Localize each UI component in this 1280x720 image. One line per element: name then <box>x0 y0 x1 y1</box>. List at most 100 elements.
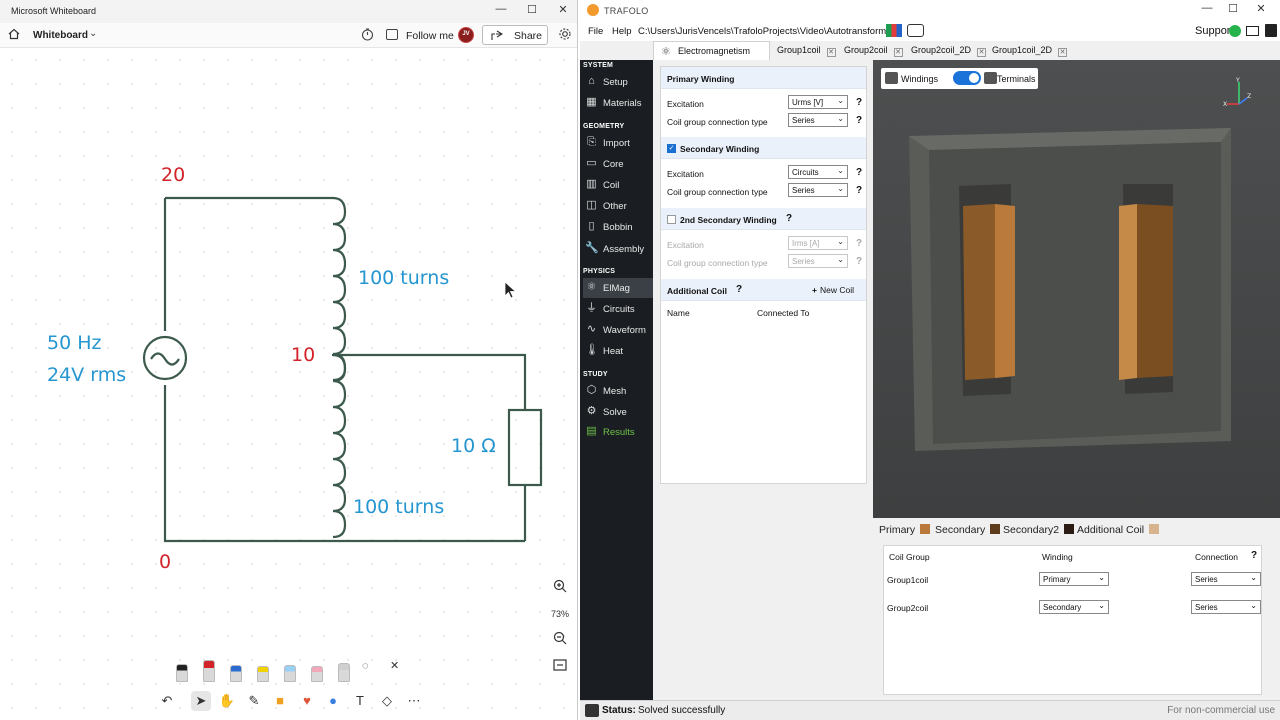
pen-tool-5[interactable] <box>284 665 296 682</box>
trafolo-logo-icon <box>587 4 599 16</box>
zoom-in-icon[interactable] <box>552 578 568 594</box>
sidebar-item-label: Import <box>603 138 630 149</box>
tab-group2coil-2d[interactable]: Group2coil_2D ✕ <box>905 41 992 60</box>
tab-group2coil[interactable]: Group2coil ✕ <box>838 41 909 60</box>
sidebar-item-solve[interactable]: ⚙ Solve <box>583 402 653 422</box>
view-toggle-switch[interactable] <box>953 71 981 85</box>
menu-help[interactable]: Help <box>612 26 632 37</box>
sidebar-heading-system: SYSTEM <box>583 62 613 69</box>
close-icon[interactable]: ✕ <box>553 3 573 16</box>
select-value: Series <box>1195 603 1218 612</box>
connection-select[interactable]: Series ⌄ <box>1191 572 1261 586</box>
text-tool-icon[interactable]: T <box>350 691 370 711</box>
script-icon[interactable] <box>907 24 924 37</box>
materials-icon: ▦ <box>586 96 597 108</box>
toggle-knob <box>969 73 979 83</box>
reactions-icon[interactable]: ♥ <box>297 691 317 711</box>
import-icon: ⎘ <box>587 136 596 148</box>
sidebar-item-results[interactable]: ▤ Results <box>583 422 653 442</box>
sidebar-item-materials[interactable]: ▦ Materials <box>583 93 653 113</box>
share-button[interactable]: Share <box>482 25 548 45</box>
help-icon[interactable]: ? <box>856 185 862 196</box>
close-tray-icon[interactable]: ✕ <box>390 659 399 672</box>
pen-tool-2[interactable] <box>203 660 215 682</box>
sticky-note-icon[interactable]: ■ <box>270 691 290 711</box>
pen-tool-7[interactable] <box>338 663 350 682</box>
primary-excitation-select[interactable]: Urms [V] ⌄ <box>788 95 848 109</box>
menu-file[interactable]: File <box>588 26 603 37</box>
secondary2-winding-checkbox[interactable] <box>667 215 676 224</box>
home-icon[interactable] <box>8 28 20 40</box>
secondary-excitation-select[interactable]: Circuits ⌄ <box>788 165 848 179</box>
tab-electromagnetism[interactable]: ⚛ Electromagnetism <box>653 41 770 60</box>
hand-tool-icon[interactable]: ✋ <box>217 691 237 711</box>
follow-me-button[interactable]: Follow me <box>406 30 454 42</box>
pen-tool-3[interactable] <box>230 665 242 682</box>
mouse-cursor-icon <box>504 281 517 299</box>
zoom-out-icon[interactable] <box>552 630 568 646</box>
sidebar-item-setup[interactable]: ⌂ Setup <box>583 72 653 92</box>
undo-icon[interactable]: ↶ <box>157 691 177 711</box>
winding-select[interactable]: Primary ⌄ <box>1039 572 1109 586</box>
3d-viewport[interactable]: Windings Terminals Y X Z <box>873 60 1280 518</box>
secondary-connection-select[interactable]: Series ⌄ <box>788 183 848 197</box>
close-tab-icon[interactable]: ✕ <box>977 48 987 57</box>
linkedin-icon[interactable] <box>1265 24 1277 37</box>
new-coil-button[interactable]: + New Coil <box>812 285 854 295</box>
help-icon[interactable]: ? <box>856 256 862 267</box>
sidebar-item-coil[interactable]: ▥ Coil <box>583 175 653 195</box>
help-icon[interactable]: ? <box>736 284 742 295</box>
sidebar-item-assembly[interactable]: 🔧 Assembly <box>583 239 653 259</box>
sidebar-item-elmag[interactable]: ⚛ ElMag <box>583 278 653 298</box>
sidebar-item-waveform[interactable]: ∿ Waveform <box>583 320 653 340</box>
tab-group1coil-2d[interactable]: Group1coil_2D ✕ <box>986 41 1073 60</box>
sidebar-item-import[interactable]: ⎘ Import <box>583 133 653 153</box>
pen-tool-1[interactable] <box>176 664 188 682</box>
help-icon[interactable]: ? <box>856 167 862 178</box>
help-icon[interactable]: ? <box>1251 550 1257 561</box>
sidebar-item-heat[interactable]: 🌡 Heat <box>583 341 653 361</box>
close-tab-icon[interactable]: ✕ <box>1058 48 1068 57</box>
comment-icon[interactable]: ● <box>323 691 343 711</box>
fit-screen-icon[interactable] <box>552 657 568 673</box>
follow-icon[interactable] <box>386 29 398 40</box>
chevron-down-icon[interactable]: ⌄ <box>89 28 97 39</box>
connection-select[interactable]: Series ⌄ <box>1191 600 1261 614</box>
minimize-icon[interactable]: — <box>1197 2 1217 14</box>
maximize-icon[interactable]: ☐ <box>1223 2 1243 15</box>
close-tab-icon[interactable]: ✕ <box>893 48 903 57</box>
sidebar-item-circuits[interactable]: ⏚ Circuits <box>583 299 653 319</box>
pen-tool-icon[interactable]: ✎ <box>244 691 264 711</box>
close-tab-icon[interactable]: ✕ <box>826 48 836 57</box>
primary-connection-select[interactable]: Series ⌄ <box>788 113 848 127</box>
secondary-winding-checkbox[interactable]: ✓ <box>667 144 676 153</box>
avatar[interactable]: JV <box>458 27 474 43</box>
tab-label: Group2coil_2D <box>911 45 972 55</box>
help-icon[interactable]: ? <box>856 238 862 249</box>
close-icon[interactable]: ✕ <box>1251 2 1271 15</box>
whatsapp-icon[interactable] <box>1229 25 1241 37</box>
sidebar-item-bobbin[interactable]: ▯ Bobbin <box>583 217 653 237</box>
board-name[interactable]: Whiteboard <box>33 30 88 41</box>
lasso-icon[interactable]: ◌ <box>362 660 369 672</box>
whiteboard-canvas[interactable]: 20 10 0 100 turns 100 turns 50 Hz 24V rm… <box>0 48 577 720</box>
maximize-icon[interactable]: ☐ <box>522 3 542 16</box>
pen-tool-6[interactable] <box>311 666 323 682</box>
more-options-icon[interactable]: ⋯ <box>404 691 424 711</box>
sidebar-item-mesh[interactable]: ⬡ Mesh <box>583 381 653 401</box>
shapes-icon[interactable]: ◇ <box>377 691 397 711</box>
help-icon[interactable]: ? <box>786 213 792 224</box>
pen-tool-4[interactable] <box>257 666 269 682</box>
timer-icon[interactable] <box>361 28 374 41</box>
email-icon[interactable] <box>1246 26 1259 36</box>
minimize-icon[interactable]: — <box>491 3 511 15</box>
sidebar-item-other[interactable]: ◫ Other <box>583 196 653 216</box>
gear-icon[interactable] <box>558 27 572 41</box>
sidebar-item-core[interactable]: ▭ Core <box>583 154 653 174</box>
help-icon[interactable]: ? <box>856 97 862 108</box>
winding-select[interactable]: Secondary ⌄ <box>1039 600 1109 614</box>
help-icon[interactable]: ? <box>856 115 862 126</box>
select-tool-icon[interactable]: ➤ <box>191 691 211 711</box>
section-title: Secondary Winding <box>680 144 760 154</box>
tab-group1coil[interactable]: Group1coil ✕ <box>771 41 842 60</box>
